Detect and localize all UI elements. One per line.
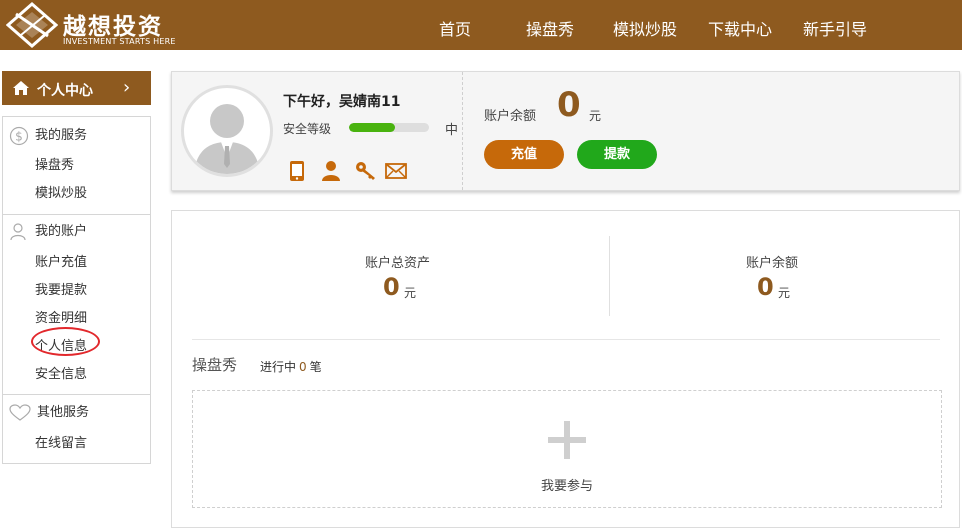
balance-value: 0 <box>557 85 581 125</box>
sidebar-item-recharge[interactable]: 账户充值 <box>35 251 87 270</box>
logo-text: 越想投资 <box>63 14 163 40</box>
top-header: 越想投资 INVESTMENT STARTS HERE 首页 操盘秀 模拟炒股 … <box>0 0 962 50</box>
plus-icon <box>548 421 586 459</box>
greeting-text: 下午好，吴婧南11 <box>283 94 401 110</box>
dollar-icon: $ <box>9 126 29 145</box>
sidebar-item-caopanxiu[interactable]: 操盘秀 <box>35 154 74 173</box>
chevron-right-icon: › <box>123 77 131 98</box>
profile-card: 下午好，吴婧南11 安全等级 中 账户余额 0 元 充值 提款 <box>171 71 960 191</box>
section-title: 其他服务 <box>37 405 90 420</box>
status-suffix: 笔 <box>309 360 322 374</box>
heart-icon <box>9 403 31 421</box>
sidebar-item-online-message[interactable]: 在线留言 <box>35 432 87 451</box>
status-count: 0 <box>299 360 307 374</box>
sidebar-personal-center[interactable]: 个人中心 › <box>2 71 151 105</box>
caopanxiu-status: 进行中 0 笔 <box>260 358 322 375</box>
svg-text:$: $ <box>15 129 23 143</box>
sidebar-section-my-account: 我的账户 <box>9 220 87 242</box>
sidebar-item-fund-details[interactable]: 资金明细 <box>35 307 87 326</box>
account-overview-panel: 账户总资产 0 元 账户余额 0 元 操盘秀 进行中 0 笔 我要参与 <box>171 210 960 528</box>
balance-label: 账户余额 <box>484 109 537 124</box>
stat-separator <box>609 236 610 316</box>
sidebar-item-withdraw[interactable]: 我要提款 <box>35 279 87 298</box>
caopanxiu-title: 操盘秀 <box>192 356 238 374</box>
user-icon[interactable] <box>321 160 341 182</box>
security-level-value: 中 <box>445 123 459 138</box>
account-balance-unit: 元 <box>778 286 791 300</box>
logo[interactable]: 越想投资 INVESTMENT STARTS HERE <box>6 2 196 48</box>
total-assets-label: 账户总资产 <box>365 256 431 271</box>
sidebar-section-my-services: $ 我的服务 <box>9 124 87 146</box>
phone-icon[interactable] <box>289 160 305 182</box>
sidebar-item-security-info[interactable]: 安全信息 <box>35 363 87 382</box>
home-icon <box>13 81 29 95</box>
nav-simulated-trading[interactable]: 模拟炒股 <box>613 16 677 40</box>
sidebar-head-label: 个人中心 <box>37 83 93 99</box>
highlight-circle <box>31 327 100 356</box>
join-button[interactable]: 我要参与 <box>192 390 942 508</box>
divider <box>192 339 940 340</box>
total-assets-value: 0 <box>383 273 400 301</box>
join-label: 我要参与 <box>540 479 593 494</box>
sidebar-section-other-services: 其他服务 <box>9 401 89 422</box>
recharge-button[interactable]: 充值 <box>484 140 564 169</box>
sidebar-item-simulated-trading[interactable]: 模拟炒股 <box>35 182 87 201</box>
avatar-placeholder-icon <box>194 104 260 174</box>
key-icon[interactable] <box>355 160 377 182</box>
section-title: 我的账户 <box>35 224 88 239</box>
user-icon <box>10 222 26 240</box>
security-level-label: 安全等级 <box>283 122 332 136</box>
logo-mark-icon <box>6 2 58 48</box>
security-level-fill <box>349 123 396 132</box>
nav-caopanxiu[interactable]: 操盘秀 <box>526 16 574 40</box>
vertical-separator <box>462 72 463 190</box>
nav-download-center[interactable]: 下载中心 <box>708 16 772 40</box>
status-prefix: 进行中 <box>260 360 297 374</box>
divider <box>3 394 150 395</box>
withdraw-button[interactable]: 提款 <box>577 140 657 169</box>
logo-slogan: INVESTMENT STARTS HERE <box>63 37 176 46</box>
nav-beginner-guide[interactable]: 新手引导 <box>803 16 867 40</box>
mail-icon[interactable] <box>385 163 407 179</box>
balance-unit: 元 <box>589 109 602 123</box>
account-balance-label: 账户余额 <box>746 256 799 271</box>
sidebar-menu: $ 我的服务 操盘秀 模拟炒股 我的账户 账户充值 我要提款 资金明细 个人信息… <box>2 116 151 464</box>
account-balance-value: 0 <box>757 273 774 301</box>
security-level-bar <box>349 123 429 132</box>
nav-home[interactable]: 首页 <box>439 16 471 40</box>
section-title: 我的服务 <box>35 128 88 143</box>
total-assets-unit: 元 <box>404 286 417 300</box>
divider <box>3 214 150 215</box>
avatar[interactable] <box>181 85 273 177</box>
